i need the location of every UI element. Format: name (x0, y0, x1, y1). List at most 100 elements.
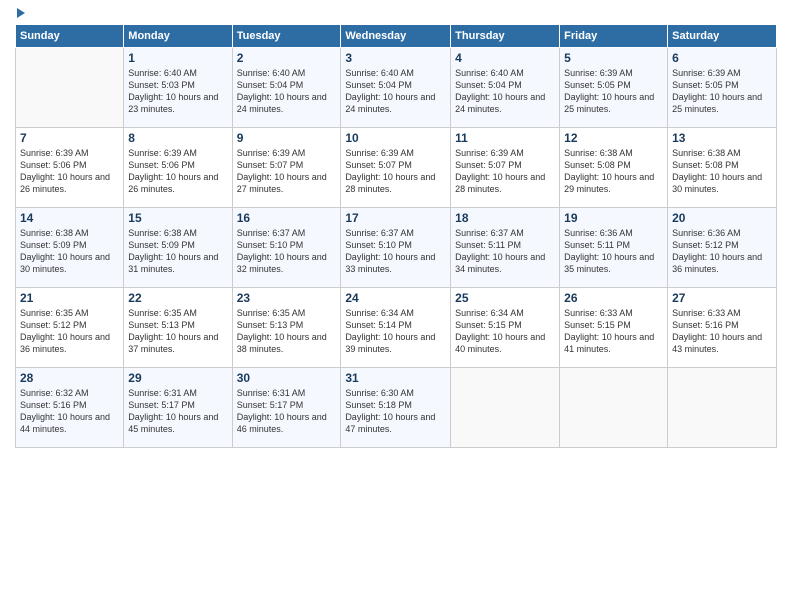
calendar-cell (16, 48, 124, 128)
calendar-cell: 19 Sunrise: 6:36 AM Sunset: 5:11 PM Dayli… (560, 208, 668, 288)
day-info: Sunrise: 6:35 AM Sunset: 5:13 PM Dayligh… (237, 307, 337, 356)
calendar-cell: 20 Sunrise: 6:36 AM Sunset: 5:12 PM Dayli… (668, 208, 777, 288)
calendar-cell: 11 Sunrise: 6:39 AM Sunset: 5:07 PM Dayli… (451, 128, 560, 208)
calendar-cell: 12 Sunrise: 6:38 AM Sunset: 5:08 PM Dayli… (560, 128, 668, 208)
day-info: Sunrise: 6:34 AM Sunset: 5:15 PM Dayligh… (455, 307, 555, 356)
day-number: 28 (20, 371, 119, 385)
calendar-header: SundayMondayTuesdayWednesdayThursdayFrid… (16, 25, 777, 48)
calendar-cell: 24 Sunrise: 6:34 AM Sunset: 5:14 PM Dayli… (341, 288, 451, 368)
calendar-cell: 8 Sunrise: 6:39 AM Sunset: 5:06 PM Daylig… (124, 128, 232, 208)
day-number: 15 (128, 211, 227, 225)
calendar-cell: 5 Sunrise: 6:39 AM Sunset: 5:05 PM Daylig… (560, 48, 668, 128)
calendar-cell: 18 Sunrise: 6:37 AM Sunset: 5:11 PM Dayli… (451, 208, 560, 288)
day-number: 7 (20, 131, 119, 145)
day-number: 17 (345, 211, 446, 225)
calendar-cell: 9 Sunrise: 6:39 AM Sunset: 5:07 PM Daylig… (232, 128, 341, 208)
day-number: 5 (564, 51, 663, 65)
week-row-2: 7 Sunrise: 6:39 AM Sunset: 5:06 PM Daylig… (16, 128, 777, 208)
day-number: 12 (564, 131, 663, 145)
day-number: 31 (345, 371, 446, 385)
day-number: 18 (455, 211, 555, 225)
col-header-friday: Friday (560, 25, 668, 48)
col-header-thursday: Thursday (451, 25, 560, 48)
day-info: Sunrise: 6:40 AM Sunset: 5:04 PM Dayligh… (345, 67, 446, 116)
calendar-cell: 28Sunrise: 6:32 AM Sunset: 5:16 PM Dayli… (16, 368, 124, 448)
calendar-cell: 7 Sunrise: 6:39 AM Sunset: 5:06 PM Daylig… (16, 128, 124, 208)
day-number: 8 (128, 131, 227, 145)
day-info: Sunrise: 6:39 AM Sunset: 5:07 PM Dayligh… (345, 147, 446, 196)
header-row: SundayMondayTuesdayWednesdayThursdayFrid… (16, 25, 777, 48)
week-row-5: 28Sunrise: 6:32 AM Sunset: 5:16 PM Dayli… (16, 368, 777, 448)
day-info: Sunrise: 6:38 AM Sunset: 5:08 PM Dayligh… (672, 147, 772, 196)
day-info: Sunrise: 6:39 AM Sunset: 5:07 PM Dayligh… (237, 147, 337, 196)
day-number: 2 (237, 51, 337, 65)
calendar-cell (560, 368, 668, 448)
day-number: 4 (455, 51, 555, 65)
calendar-cell (668, 368, 777, 448)
calendar-cell: 16 Sunrise: 6:37 AM Sunset: 5:10 PM Dayli… (232, 208, 341, 288)
day-info: Sunrise: 6:39 AM Sunset: 5:05 PM Dayligh… (564, 67, 663, 116)
day-number: 24 (345, 291, 446, 305)
day-number: 22 (128, 291, 227, 305)
calendar-cell: 1 Sunrise: 6:40 AM Sunset: 5:03 PM Daylig… (124, 48, 232, 128)
col-header-sunday: Sunday (16, 25, 124, 48)
day-info: Sunrise: 6:36 AM Sunset: 5:12 PM Dayligh… (672, 227, 772, 276)
day-number: 13 (672, 131, 772, 145)
day-number: 30 (237, 371, 337, 385)
col-header-saturday: Saturday (668, 25, 777, 48)
col-header-monday: Monday (124, 25, 232, 48)
calendar-cell: 30Sunrise: 6:31 AM Sunset: 5:17 PM Dayli… (232, 368, 341, 448)
day-number: 20 (672, 211, 772, 225)
day-number: 9 (237, 131, 337, 145)
week-row-3: 14 Sunrise: 6:38 AM Sunset: 5:09 PM Dayli… (16, 208, 777, 288)
day-number: 14 (20, 211, 119, 225)
calendar-cell: 25Sunrise: 6:34 AM Sunset: 5:15 PM Dayli… (451, 288, 560, 368)
calendar-cell: 13 Sunrise: 6:38 AM Sunset: 5:08 PM Dayli… (668, 128, 777, 208)
day-info: Sunrise: 6:38 AM Sunset: 5:08 PM Dayligh… (564, 147, 663, 196)
day-number: 11 (455, 131, 555, 145)
day-number: 6 (672, 51, 772, 65)
calendar-cell: 17Sunrise: 6:37 AM Sunset: 5:10 PM Dayli… (341, 208, 451, 288)
day-info: Sunrise: 6:40 AM Sunset: 5:04 PM Dayligh… (455, 67, 555, 116)
calendar-cell: 26 Sunrise: 6:33 AM Sunset: 5:15 PM Dayli… (560, 288, 668, 368)
day-info: Sunrise: 6:34 AM Sunset: 5:14 PM Dayligh… (345, 307, 446, 356)
day-info: Sunrise: 6:37 AM Sunset: 5:10 PM Dayligh… (237, 227, 337, 276)
calendar-cell: 31 Sunrise: 6:30 AM Sunset: 5:18 PM Dayli… (341, 368, 451, 448)
day-info: Sunrise: 6:31 AM Sunset: 5:17 PM Dayligh… (128, 387, 227, 436)
calendar-cell: 6 Sunrise: 6:39 AM Sunset: 5:05 PM Daylig… (668, 48, 777, 128)
calendar-cell: 22 Sunrise: 6:35 AM Sunset: 5:13 PM Dayli… (124, 288, 232, 368)
week-row-4: 21Sunrise: 6:35 AM Sunset: 5:12 PM Dayli… (16, 288, 777, 368)
week-row-1: 1 Sunrise: 6:40 AM Sunset: 5:03 PM Daylig… (16, 48, 777, 128)
day-number: 16 (237, 211, 337, 225)
day-info: Sunrise: 6:39 AM Sunset: 5:06 PM Dayligh… (128, 147, 227, 196)
calendar-cell: 10 Sunrise: 6:39 AM Sunset: 5:07 PM Dayli… (341, 128, 451, 208)
calendar-cell: 29Sunrise: 6:31 AM Sunset: 5:17 PM Dayli… (124, 368, 232, 448)
day-info: Sunrise: 6:40 AM Sunset: 5:04 PM Dayligh… (237, 67, 337, 116)
day-info: Sunrise: 6:39 AM Sunset: 5:07 PM Dayligh… (455, 147, 555, 196)
day-info: Sunrise: 6:33 AM Sunset: 5:15 PM Dayligh… (564, 307, 663, 356)
logo (15, 10, 25, 18)
page-header (15, 10, 777, 18)
day-info: Sunrise: 6:37 AM Sunset: 5:11 PM Dayligh… (455, 227, 555, 276)
day-number: 19 (564, 211, 663, 225)
day-info: Sunrise: 6:30 AM Sunset: 5:18 PM Dayligh… (345, 387, 446, 436)
day-info: Sunrise: 6:40 AM Sunset: 5:03 PM Dayligh… (128, 67, 227, 116)
day-info: Sunrise: 6:36 AM Sunset: 5:11 PM Dayligh… (564, 227, 663, 276)
day-info: Sunrise: 6:38 AM Sunset: 5:09 PM Dayligh… (128, 227, 227, 276)
calendar-cell: 2 Sunrise: 6:40 AM Sunset: 5:04 PM Daylig… (232, 48, 341, 128)
day-info: Sunrise: 6:39 AM Sunset: 5:05 PM Dayligh… (672, 67, 772, 116)
calendar-cell: 4 Sunrise: 6:40 AM Sunset: 5:04 PM Daylig… (451, 48, 560, 128)
day-info: Sunrise: 6:39 AM Sunset: 5:06 PM Dayligh… (20, 147, 119, 196)
day-number: 1 (128, 51, 227, 65)
day-info: Sunrise: 6:35 AM Sunset: 5:13 PM Dayligh… (128, 307, 227, 356)
calendar-body: 1 Sunrise: 6:40 AM Sunset: 5:03 PM Daylig… (16, 48, 777, 448)
calendar-cell: 23Sunrise: 6:35 AM Sunset: 5:13 PM Dayli… (232, 288, 341, 368)
calendar-table: SundayMondayTuesdayWednesdayThursdayFrid… (15, 24, 777, 448)
day-number: 3 (345, 51, 446, 65)
day-number: 26 (564, 291, 663, 305)
day-number: 10 (345, 131, 446, 145)
logo-text (15, 10, 25, 18)
calendar-cell: 15 Sunrise: 6:38 AM Sunset: 5:09 PM Dayli… (124, 208, 232, 288)
day-number: 27 (672, 291, 772, 305)
calendar-cell: 14Sunrise: 6:38 AM Sunset: 5:09 PM Dayli… (16, 208, 124, 288)
